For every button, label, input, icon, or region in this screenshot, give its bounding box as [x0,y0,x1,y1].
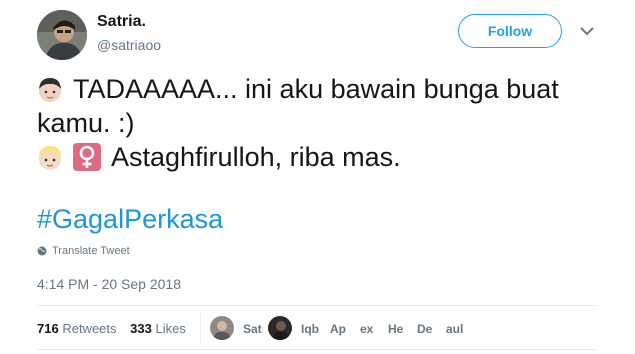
translate-label: Translate Tweet [52,245,130,257]
likes-count: 333 [130,321,152,336]
stats-separator [200,312,201,344]
liker-name: Ap [330,322,346,336]
retweets-count: 716 [37,321,59,336]
tweet-line-2: kamu. :) [37,108,135,138]
likes-label: Likes [155,321,186,336]
chevron-down-icon[interactable] [578,22,596,40]
divider-bottom [37,349,597,350]
timestamp[interactable]: 4:14 PM - 20 Sep 2018 [37,276,181,292]
tweet-line-1: TADAAAAA... ini aku bawain bunga buat [37,72,559,106]
follow-button[interactable]: Follow [458,14,562,48]
tweet-line-3: Astaghfirulloh, riba mas. [37,140,401,174]
liker-name: aul [446,322,464,336]
tweet-text-line-3: Astaghfirulloh, riba mas. [111,142,401,172]
liker-name: Iqb [301,322,319,336]
liker-avatar[interactable] [268,316,292,340]
avatar[interactable] [37,10,87,60]
divider-top [37,305,597,306]
liker-name: He [388,322,404,336]
blond-person-emoji [39,146,61,170]
liker-avatar[interactable] [210,316,234,340]
avatar-image [37,10,87,60]
globe-icon [37,246,47,256]
translate-tweet-link[interactable]: Translate Tweet [37,245,130,257]
user-handle[interactable]: @satriaoo [97,37,161,53]
female-sign-emoji [73,143,101,171]
retweets-label: Retweets [62,321,117,336]
hashtag-link[interactable]: #GagalPerkasa [37,202,223,236]
tweet-text-line-1: TADAAAAA... ini aku bawain bunga buat [73,74,559,104]
liker-avatar-image [268,316,292,340]
liker-name: De [417,322,433,336]
liker-name: ex [360,322,374,336]
boy-emoji [39,78,61,102]
likes-stat[interactable]: 333 Likes [130,321,186,336]
tweet-stats: 716 Retweets 333 Likes [37,321,196,336]
liker-name: Sat [243,322,262,336]
retweets-stat[interactable]: 716 Retweets [37,321,117,336]
user-name[interactable]: Satria. [97,13,146,31]
liker-avatar-image [210,316,234,340]
